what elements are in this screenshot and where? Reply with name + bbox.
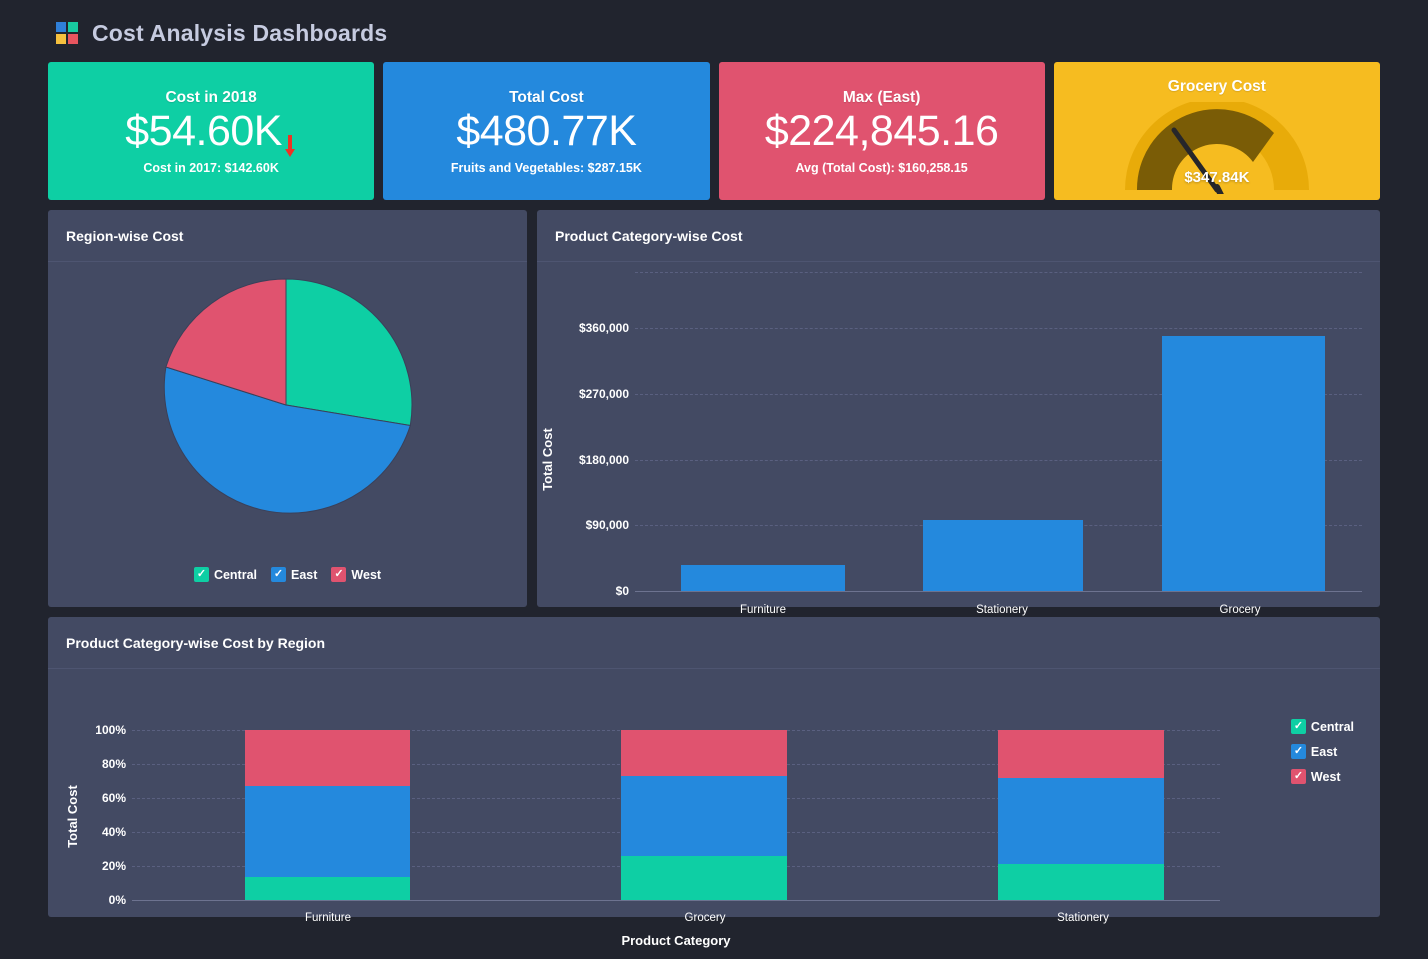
logo-square-2	[68, 22, 78, 32]
stack-segment-stationery-central[interactable]	[998, 864, 1164, 900]
y-tick-label: 0%	[48, 893, 126, 907]
legend-label: West	[351, 568, 381, 582]
gridline	[635, 272, 1362, 273]
x-tick-label-grocery: Grocery	[685, 912, 726, 924]
legend-checkbox-east[interactable]: ✓	[1291, 744, 1306, 759]
stack-segment-grocery-central[interactable]	[621, 856, 787, 900]
kpi-subtitle: Fruits and Vegetables: $287.15K	[451, 161, 642, 175]
kpi-subtitle: Avg (Total Cost): $160,258.15	[795, 161, 967, 175]
y-tick-label: 80%	[48, 757, 126, 771]
stack-segment-grocery-east[interactable]	[621, 776, 787, 856]
y-axis-title: Total Cost	[540, 428, 555, 491]
y-tick-label: 40%	[48, 825, 126, 839]
gauge-chart: $347.84K	[1102, 102, 1332, 194]
kpi-value: $480.77K	[456, 109, 636, 154]
legend-checkbox-west[interactable]: ✓	[1291, 769, 1306, 784]
stack-segment-grocery-west[interactable]	[621, 730, 787, 776]
panel-title: Region-wise Cost	[48, 210, 527, 262]
bar-grocery[interactable]	[1162, 336, 1325, 591]
legend-item-west[interactable]: ✓ West	[331, 567, 381, 582]
x-tick-label-stationery: Stationery	[1057, 912, 1109, 924]
charts-row: Region-wise Cost 24.9% 46.8% 28.4%	[0, 200, 1428, 607]
legend-checkbox-west[interactable]: ✓	[331, 567, 346, 582]
x-tick-label-grocery: Grocery	[1220, 604, 1261, 616]
y-tick-label: 60%	[48, 791, 126, 805]
stacked-bar-chart: 100% 80% 60% 40% 20% 0% Furniture Grocer…	[48, 669, 1380, 909]
legend-checkbox-central[interactable]: ✓	[1291, 719, 1306, 734]
stack-segment-furniture-west[interactable]	[245, 730, 410, 786]
bar-stationery[interactable]	[923, 520, 1083, 591]
y-tick-label: 20%	[48, 859, 126, 873]
pie-legend: ✓ Central ✓ East ✓ West	[48, 567, 527, 582]
logo-square-3	[56, 34, 66, 44]
app-logo-icon	[56, 22, 78, 44]
x-axis-line	[635, 591, 1362, 592]
bar-chart: $360,000 $270,000 $180,000 $90,000 $0 Fu…	[537, 262, 1380, 602]
app-header: Cost Analysis Dashboards	[0, 0, 1428, 62]
logo-square-4	[68, 34, 78, 44]
kpi-title: Grocery Cost	[1168, 78, 1266, 96]
x-tick-label-furniture: Furniture	[740, 604, 786, 616]
kpi-card-max-east[interactable]: Max (East) $224,845.16 Avg (Total Cost):…	[719, 62, 1045, 200]
kpi-card-cost-in-2018[interactable]: Cost in 2018 $54.60K Cost in 2017: $142.…	[48, 62, 374, 200]
legend-label: Central	[1311, 720, 1354, 734]
bar-furniture[interactable]	[681, 565, 845, 591]
x-tick-label-furniture: Furniture	[305, 912, 351, 924]
pie-slice-central	[286, 279, 412, 426]
legend-item-east[interactable]: ✓ East	[1291, 744, 1354, 759]
kpi-title: Cost in 2018	[165, 89, 256, 107]
legend-item-east[interactable]: ✓ East	[271, 567, 317, 582]
stack-segment-furniture-east[interactable]	[245, 786, 410, 877]
panel-region-wise-cost: Region-wise Cost 24.9% 46.8% 28.4%	[48, 210, 527, 607]
kpi-card-row: Cost in 2018 $54.60K Cost in 2017: $142.…	[0, 62, 1428, 200]
dashboard-page: Cost Analysis Dashboards Cost in 2018 $5…	[0, 0, 1428, 959]
pie-chart: 24.9% 46.8% 28.4% ✓ Central ✓ East ✓ Wes…	[48, 262, 527, 602]
y-tick-label: 100%	[48, 723, 126, 737]
legend-checkbox-east[interactable]: ✓	[271, 567, 286, 582]
panel-title: Product Category-wise Cost by Region	[48, 617, 1380, 669]
y-tick-label: $0	[537, 584, 629, 598]
stack-segment-stationery-east[interactable]	[998, 778, 1164, 864]
y-axis-title: Total Cost	[65, 785, 80, 848]
kpi-value: $54.60K	[125, 109, 282, 154]
kpi-title: Total Cost	[509, 89, 584, 107]
kpi-value: $224,845.16	[765, 109, 999, 154]
gridline	[635, 328, 1362, 329]
x-tick-label-stationery: Stationery	[976, 604, 1028, 616]
legend-label: East	[1311, 745, 1337, 759]
legend-checkbox-central[interactable]: ✓	[194, 567, 209, 582]
gauge-value-label: $347.84K	[1102, 169, 1332, 186]
x-axis-title: Product Category	[132, 933, 1220, 948]
y-tick-label: $360,000	[537, 321, 629, 335]
legend-item-central[interactable]: ✓ Central	[1291, 719, 1354, 734]
kpi-card-grocery-cost[interactable]: Grocery Cost $347.84K	[1054, 62, 1380, 200]
y-tick-label: $90,000	[537, 518, 629, 532]
stack-segment-furniture-central[interactable]	[245, 877, 410, 900]
kpi-card-total-cost[interactable]: Total Cost $480.77K Fruits and Vegetable…	[383, 62, 709, 200]
panel-product-category-wise-cost: Product Category-wise Cost $360,000 $270…	[537, 210, 1380, 607]
logo-square-1	[56, 22, 66, 32]
y-tick-label: $270,000	[537, 387, 629, 401]
legend-item-central[interactable]: ✓ Central	[194, 567, 257, 582]
kpi-value-wrap: $54.60K	[125, 109, 297, 154]
panel-product-category-wise-cost-by-region: Product Category-wise Cost by Region 100…	[48, 617, 1380, 917]
legend-label: East	[291, 568, 317, 582]
stack-segment-stationery-west[interactable]	[998, 730, 1164, 778]
page-title: Cost Analysis Dashboards	[92, 20, 387, 47]
panel-title: Product Category-wise Cost	[537, 210, 1380, 262]
trend-down-icon	[283, 123, 297, 149]
x-axis-line	[132, 900, 1220, 901]
kpi-title: Max (East)	[843, 89, 921, 107]
stacked-chart-legend: ✓ Central ✓ East ✓ West	[1291, 719, 1354, 784]
kpi-subtitle: Cost in 2017: $142.60K	[143, 161, 279, 175]
legend-label: West	[1311, 770, 1341, 784]
legend-label: Central	[214, 568, 257, 582]
legend-item-west[interactable]: ✓ West	[1291, 769, 1354, 784]
